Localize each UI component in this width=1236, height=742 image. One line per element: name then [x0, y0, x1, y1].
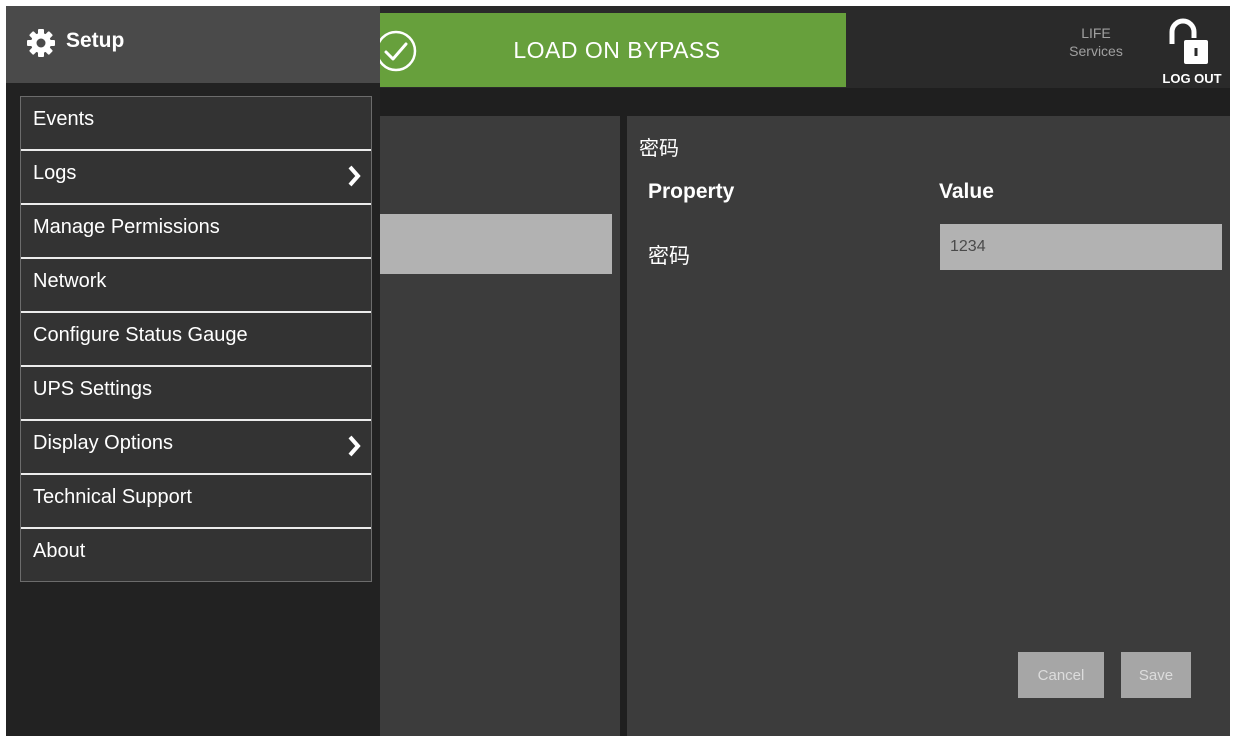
property-editor-pane: 密码 Property Value 密码 Cancel Save — [627, 116, 1230, 736]
setup-title: Setup — [66, 29, 125, 52]
unlocked-padlock-icon — [1169, 18, 1208, 64]
menu-item-label: Configure Status Gauge — [33, 324, 248, 346]
logout-label: LOG OUT — [1162, 71, 1222, 86]
setup-menu: Events Logs Manage Permissions Network C… — [20, 96, 372, 582]
logout-button[interactable]: LOG OUT — [1152, 14, 1230, 88]
list-item-selected[interactable] — [380, 214, 612, 274]
menu-item-label: Technical Support — [33, 486, 192, 508]
property-name: 密码 — [648, 245, 690, 268]
menu-item-manage-permissions[interactable]: Manage Permissions — [21, 205, 371, 259]
menu-item-network[interactable]: Network — [21, 259, 371, 313]
menu-item-configure-status-gauge[interactable]: Configure Status Gauge — [21, 313, 371, 367]
menu-item-ups-settings[interactable]: UPS Settings — [21, 367, 371, 421]
menu-item-label: UPS Settings — [33, 378, 152, 400]
save-button[interactable]: Save — [1121, 652, 1191, 698]
column-header-property: Property — [648, 180, 735, 203]
menu-item-label: Manage Permissions — [33, 216, 220, 238]
app-screen: LOAD ON BYPASS LIFE Services LOG OUT 密码 … — [6, 6, 1230, 736]
life-services-line1: LIFE — [1081, 25, 1111, 41]
chevron-right-icon — [348, 435, 361, 457]
life-services-button[interactable]: LIFE Services — [1056, 24, 1136, 60]
setup-menu-header[interactable]: Setup — [6, 6, 380, 83]
menu-item-label: Events — [33, 108, 95, 130]
menu-item-display-options[interactable]: Display Options — [21, 421, 371, 475]
gear-icon — [27, 29, 55, 57]
menu-item-technical-support[interactable]: Technical Support — [21, 475, 371, 529]
property-value-input[interactable] — [940, 224, 1222, 270]
column-header-value: Value — [939, 180, 994, 203]
items-list-pane — [380, 116, 620, 736]
menu-item-about[interactable]: About — [21, 529, 371, 581]
menu-item-label: Logs — [33, 162, 77, 184]
menu-item-logs[interactable]: Logs — [21, 151, 371, 205]
status-text: LOAD ON BYPASS — [513, 37, 721, 63]
setup-menu-drawer: Setup Events Logs Manage Permissions Net… — [6, 6, 380, 736]
menu-item-label: Display Options — [33, 432, 174, 454]
pane-title: 密码 — [639, 138, 679, 160]
status-banner: LOAD ON BYPASS — [375, 13, 846, 87]
cancel-button[interactable]: Cancel — [1018, 652, 1104, 698]
chevron-right-icon — [348, 165, 361, 187]
life-services-line2: Services — [1069, 43, 1123, 59]
menu-item-label: About — [33, 540, 86, 562]
menu-item-label: Network — [33, 270, 107, 292]
menu-item-events[interactable]: Events — [21, 97, 371, 151]
